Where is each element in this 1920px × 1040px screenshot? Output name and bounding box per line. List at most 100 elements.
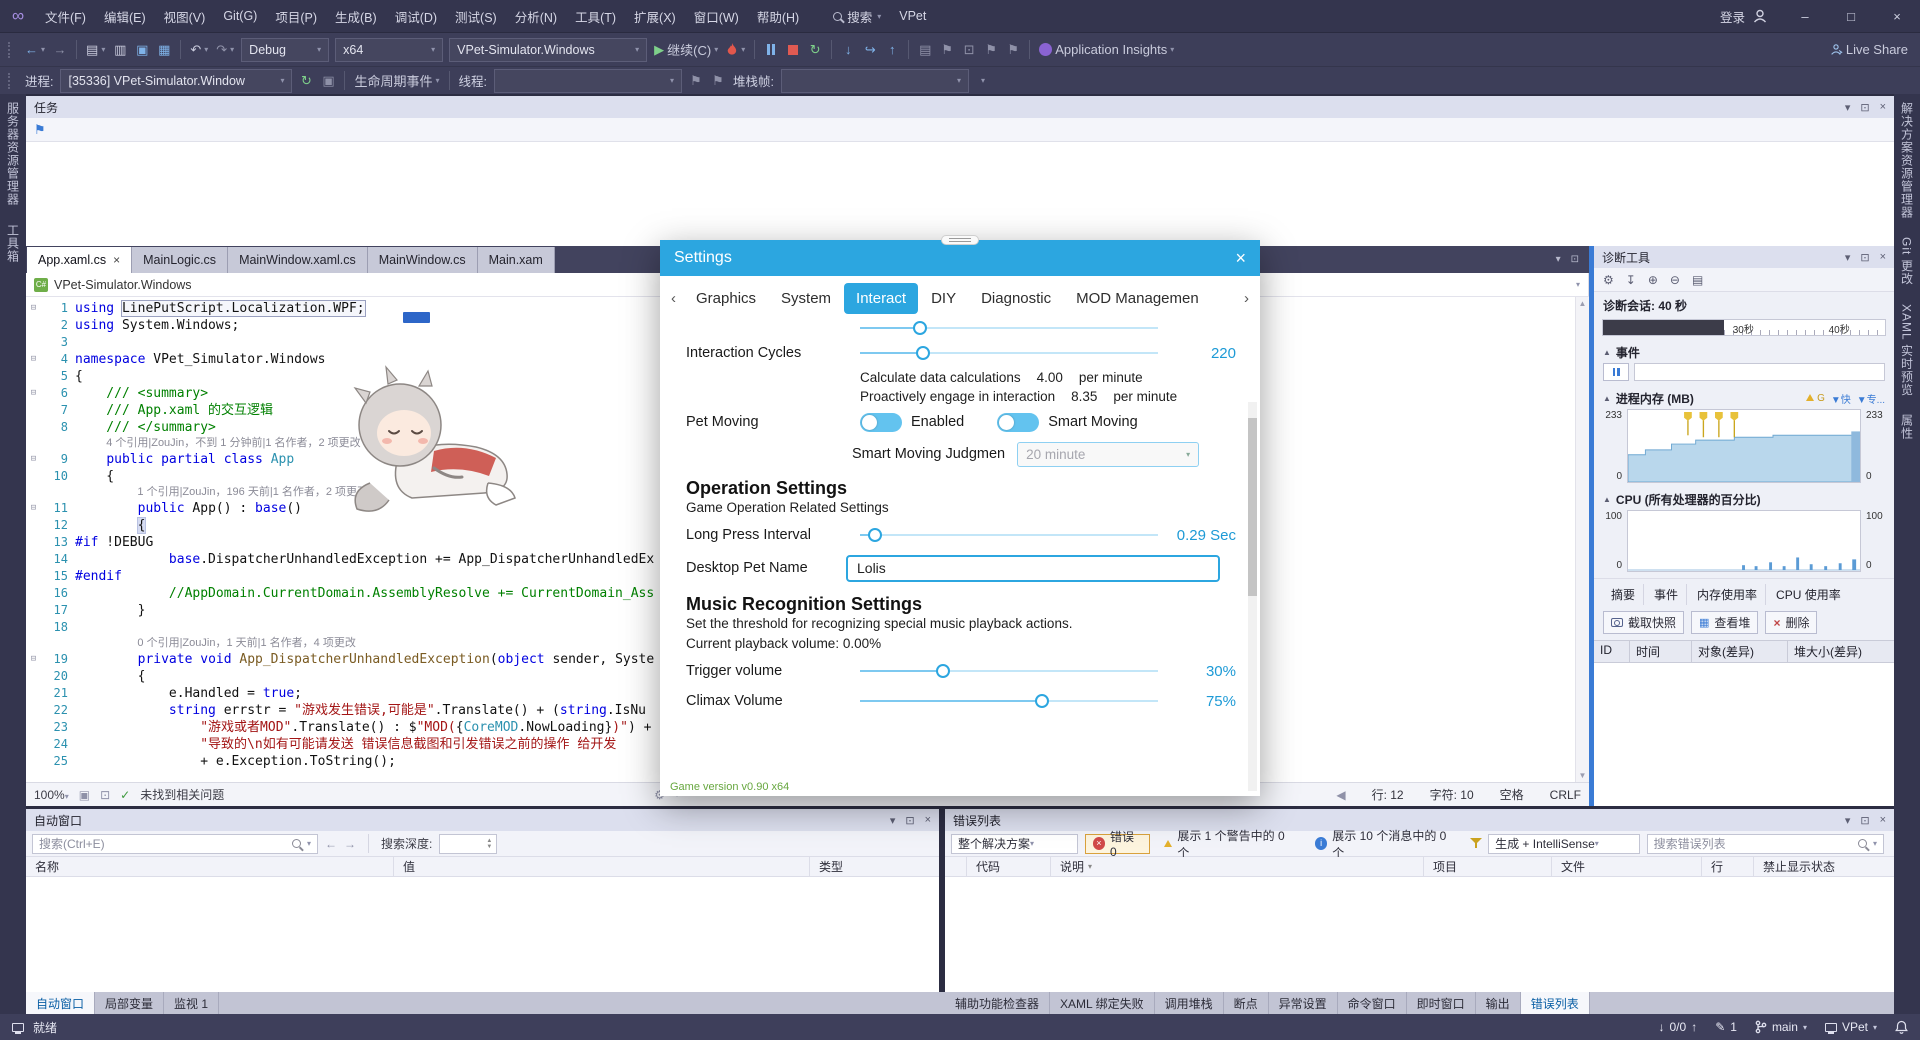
events-track[interactable]: [1634, 363, 1885, 381]
toolbar-grip[interactable]: [8, 73, 13, 89]
fold-marker[interactable]: ⊟: [26, 300, 41, 317]
snapshot-column-header[interactable]: 堆大小(差异): [1788, 641, 1894, 662]
fold-marker[interactable]: ⊟: [26, 451, 41, 468]
notifications-button[interactable]: [1895, 1020, 1908, 1034]
lifecycle-events-button[interactable]: 生命周期事件▾: [350, 69, 443, 93]
process-dropdown[interactable]: [35336] VPet-Simulator.Window▾: [60, 69, 292, 93]
doc-health-icon[interactable]: ▣: [79, 788, 90, 802]
task-list[interactable]: [26, 142, 1894, 246]
pending-edits[interactable]: ✎ 1: [1715, 1020, 1737, 1034]
solution-platform-dropdown[interactable]: x64▾: [335, 38, 443, 62]
thread-dropdown[interactable]: ▾: [494, 69, 682, 93]
smart-judgment-dropdown[interactable]: 20 minute ▾: [1017, 442, 1199, 467]
editor-tab[interactable]: App.xaml.cs×: [27, 247, 132, 273]
menu-item[interactable]: 扩展(X): [625, 0, 685, 32]
error-column-header[interactable]: 文件: [1552, 857, 1702, 876]
diagnostics-action-button[interactable]: ×删除: [1765, 611, 1817, 634]
scope-dropdown[interactable]: 整个解决方案▾: [951, 834, 1078, 854]
column-indicator[interactable]: 字符: 10: [1430, 786, 1474, 803]
open-file-button[interactable]: ▥: [109, 38, 131, 62]
menu-item[interactable]: 帮助(H): [748, 0, 808, 32]
tool-window-tab[interactable]: 解决方案资源管理器: [1899, 102, 1916, 219]
memory-badge[interactable]: ▼专...: [1857, 391, 1885, 406]
menu-search[interactable]: 搜索 ▾: [824, 7, 890, 26]
flag-thread-button[interactable]: ⚑: [685, 69, 707, 93]
diagnostics-action-button[interactable]: 截取快照: [1603, 611, 1684, 634]
tool-window-tab[interactable]: 辅助功能检查器: [945, 992, 1050, 1014]
memory-badge[interactable]: G: [1806, 393, 1825, 404]
window-position-icon[interactable]: ▾: [1845, 251, 1851, 264]
menu-item[interactable]: 项目(P): [266, 0, 326, 32]
problems-label[interactable]: 未找到相关问题: [140, 786, 224, 803]
zoom-dropdown[interactable]: 100%▾: [34, 788, 69, 802]
tab-list-icon[interactable]: ▾: [1556, 254, 1561, 265]
cpu-chart[interactable]: [1627, 510, 1861, 572]
tool-window-tab[interactable]: 异常设置: [1269, 992, 1338, 1014]
pet-moving-toggle[interactable]: [860, 413, 902, 432]
error-column-header[interactable]: 说明▾: [1051, 857, 1424, 876]
bookmark-button[interactable]: ⚑: [936, 38, 958, 62]
source-dropdown[interactable]: 生成 + IntelliSense▾: [1488, 834, 1640, 854]
tool-window-tab[interactable]: 监视 1: [164, 992, 219, 1014]
editor-scrollbar[interactable]: ▲ ▼: [1575, 297, 1589, 782]
pin-icon[interactable]: ⊡: [1860, 101, 1869, 114]
menu-item[interactable]: 工具(T): [566, 0, 625, 32]
dialog-close-button[interactable]: ×: [1235, 248, 1246, 269]
flag2-button[interactable]: ⚑: [1002, 38, 1024, 62]
menu-item[interactable]: Git(G): [214, 0, 266, 32]
autos-grid[interactable]: [26, 877, 939, 992]
codelens-text[interactable]: 1 个引用|ZouJin，196 天前|1 名作者，2 项更改: [75, 485, 368, 500]
menu-item[interactable]: 编辑(E): [95, 0, 155, 32]
dialog-scrollbar[interactable]: [1248, 402, 1257, 791]
snapshot-column-header[interactable]: ID: [1594, 641, 1630, 662]
close-button[interactable]: ×: [1874, 0, 1920, 32]
close-icon[interactable]: ×: [925, 814, 931, 826]
line-indicator[interactable]: 行: 12: [1372, 786, 1404, 803]
tool-window-tab[interactable]: 局部变量: [95, 992, 164, 1014]
menu-item[interactable]: 文件(F): [36, 0, 95, 32]
memory-badge[interactable]: ▼快: [1831, 391, 1851, 406]
editor-tab[interactable]: MainWindow.xaml.cs: [228, 247, 368, 273]
dialog-grip[interactable]: [941, 235, 979, 245]
settings-tab[interactable]: MOD Managemen: [1064, 283, 1211, 314]
climax-volume-slider[interactable]: [860, 692, 1158, 710]
window-position-icon[interactable]: ▾: [890, 814, 896, 827]
break-all-button[interactable]: [760, 38, 782, 62]
scroll-up-icon[interactable]: ▲: [1579, 299, 1587, 308]
step-over-button[interactable]: ↪: [859, 38, 881, 62]
git-sync-status[interactable]: ↓ 0/0 ↑: [1659, 1020, 1698, 1034]
search-depth-stepper[interactable]: ▲▼: [439, 834, 497, 854]
diagnostics-tab[interactable]: 事件: [1646, 584, 1687, 605]
window-position-icon[interactable]: ▾: [1845, 814, 1851, 827]
long-press-slider[interactable]: [860, 526, 1158, 544]
error-column-header[interactable]: 项目: [1424, 857, 1552, 876]
menu-item[interactable]: 窗口(W): [685, 0, 748, 32]
flag1-button[interactable]: ⚑: [980, 38, 1002, 62]
error-column-header[interactable]: 代码: [967, 857, 1051, 876]
code-map-button[interactable]: ▤: [914, 38, 936, 62]
filter-funnel-icon[interactable]: [1470, 838, 1481, 849]
settings-tab[interactable]: DIY: [919, 283, 968, 314]
window-position-icon[interactable]: ▾: [1845, 101, 1851, 114]
smart-moving-toggle[interactable]: [997, 413, 1039, 432]
flag-all-threads-button[interactable]: ⚑: [707, 69, 729, 93]
hot-reload-button[interactable]: ▾: [722, 38, 749, 62]
diagnostics-action-button[interactable]: ▦查看堆: [1691, 611, 1758, 634]
error-search-input[interactable]: 搜索错误列表 ▾: [1647, 834, 1884, 854]
menu-item[interactable]: 测试(S): [446, 0, 506, 32]
memory-section-header[interactable]: ▲ 进程内存 (MB) G▼快▼专...: [1594, 386, 1894, 409]
tool-window-tab[interactable]: 服务器资源管理器: [5, 102, 22, 206]
trigger-volume-slider[interactable]: [860, 662, 1158, 680]
redo-button[interactable]: ↷▾: [212, 38, 238, 62]
solution-configuration-dropdown[interactable]: Debug▾: [241, 38, 329, 62]
startup-project-dropdown[interactable]: VPet-Simulator.Windows▾: [449, 38, 647, 62]
diagnostics-tab[interactable]: CPU 使用率: [1768, 584, 1849, 605]
diagnostics-header[interactable]: 诊断工具 ▾ ⊡ ×: [1594, 246, 1894, 268]
tabs-scroll-left-icon[interactable]: ‹: [664, 290, 683, 307]
close-icon[interactable]: ×: [1880, 251, 1886, 263]
tool-window-tab[interactable]: 工具箱: [5, 224, 22, 263]
float-icon[interactable]: ⊡: [1571, 254, 1579, 265]
undo-button[interactable]: ↶▾: [186, 38, 212, 62]
editor-tab[interactable]: Main.xam: [478, 247, 555, 273]
fold-marker[interactable]: ⊟: [26, 351, 41, 368]
